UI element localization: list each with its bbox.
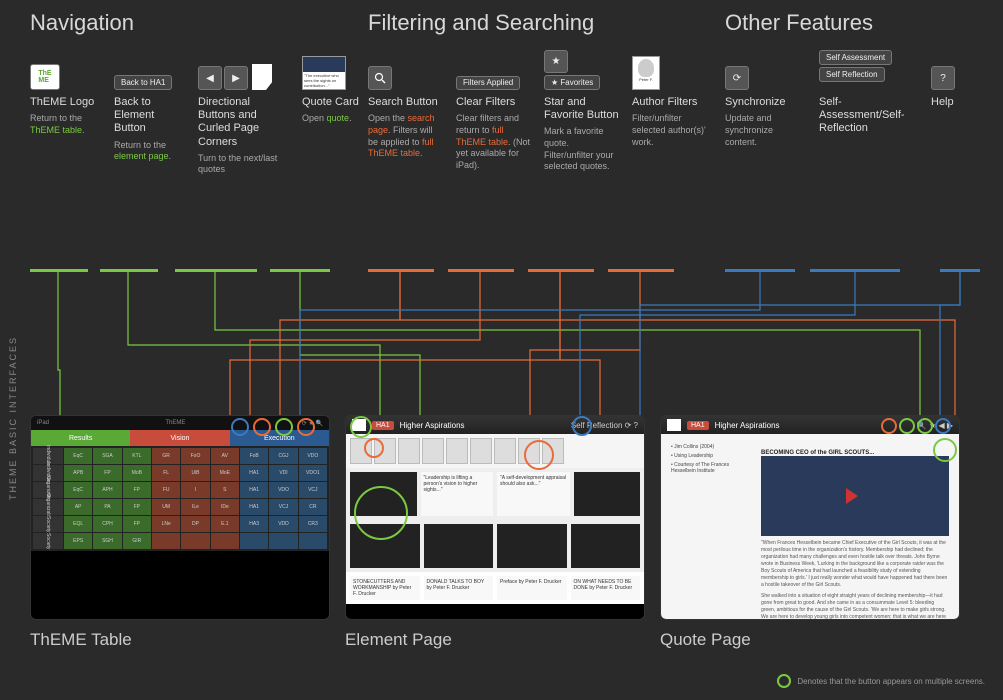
feature-desc: Open the search page. Filters will be ap… bbox=[368, 113, 444, 160]
feature-label: Synchronize bbox=[725, 96, 807, 109]
section-filtering: Filtering and Searching Search Button Op… bbox=[368, 10, 703, 173]
divider-bars bbox=[0, 265, 1003, 277]
screenshot-quote-page: HA1 Higher Aspirations 🔍 ★ ◀ ▶ • Jim Col… bbox=[660, 415, 960, 620]
feature-label: Clear Filters bbox=[456, 96, 532, 109]
help-icon: ? bbox=[931, 66, 955, 90]
quote-card-icon: "The executive who sees the sights on co… bbox=[302, 50, 374, 90]
feature-author-filters: Peter F. Author Filters Filter/unfilter … bbox=[632, 50, 708, 173]
tag-ha1: HA1 bbox=[687, 421, 709, 430]
author-filter-icon: Peter F. bbox=[632, 56, 660, 90]
quote-body: • Jim Collins (2004) • Using Leadership … bbox=[661, 434, 959, 620]
section-navigation: Navigation ThEME ThEME Logo Return to th… bbox=[30, 10, 350, 176]
search-icon bbox=[368, 66, 392, 90]
tag-title: Higher Aspirations bbox=[400, 421, 465, 430]
section-title-other: Other Features bbox=[725, 10, 985, 36]
screenshot-title-element: Element Page bbox=[345, 630, 452, 650]
feature-label: Help bbox=[931, 96, 971, 109]
screenshot-title-table: ThEME Table bbox=[30, 630, 132, 650]
feature-desc: Turn to the next/last quotes bbox=[198, 153, 290, 176]
quote-meta: • Jim Collins (2004) • Using Leadership … bbox=[671, 444, 751, 611]
feature-desc: Return to the element page. bbox=[114, 140, 186, 163]
footnote: Denotes that the button appears on multi… bbox=[777, 674, 985, 688]
section-title-navigation: Navigation bbox=[30, 10, 350, 36]
tab-vision: Vision bbox=[130, 430, 229, 446]
feature-row-navigation: ThEME ThEME Logo Return to the ThEME tab… bbox=[30, 50, 350, 176]
screenshot-title-quote: Quote Page bbox=[660, 630, 751, 650]
feature-desc: Open quote. bbox=[302, 113, 374, 125]
feature-row-other: ⟳ Synchronize Update and synchronize con… bbox=[725, 50, 985, 148]
feature-help: ? Help bbox=[931, 50, 971, 148]
feature-search: Search Button Open the search page. Filt… bbox=[368, 50, 444, 173]
feature-synchronize: ⟳ Synchronize Update and synchronize con… bbox=[725, 50, 807, 148]
quote-photo bbox=[761, 456, 949, 536]
feature-desc: Update and synchronize content. bbox=[725, 113, 807, 148]
quote-content: BECOMING CEO of the GIRL SCOUTS... "When… bbox=[761, 444, 949, 611]
feature-label: Back to Element Button bbox=[114, 96, 186, 136]
feature-label: Directional Buttons and Curled Page Corn… bbox=[198, 96, 290, 149]
feature-label: ThEME Logo bbox=[30, 96, 102, 109]
feature-label: Search Button bbox=[368, 96, 444, 109]
tag-title: Higher Aspirations bbox=[715, 421, 780, 430]
directional-icons: ◀ ▶ bbox=[198, 50, 290, 90]
feature-clear-filters: Filters Applied Clear Filters Clear filt… bbox=[456, 50, 532, 173]
back-button-icon: Back to HA1 bbox=[114, 50, 186, 90]
self-reflection-button-icon: Self Reflection bbox=[819, 67, 885, 82]
feature-theme-logo: ThEME ThEME Logo Return to the ThEME tab… bbox=[30, 50, 102, 176]
star-icon: ★ bbox=[544, 50, 568, 73]
feature-label: Quote Card bbox=[302, 96, 374, 109]
quote-para-1: "When Frances Hesselbein became Chief Ex… bbox=[761, 540, 949, 589]
theme-logo-mini-icon bbox=[667, 419, 681, 431]
arrow-left-icon: ◀ bbox=[198, 66, 222, 90]
feature-label: Self-Assessment/Self-Reflection bbox=[819, 96, 919, 136]
section-other: Other Features ⟳ Synchronize Update and … bbox=[725, 10, 985, 148]
feature-desc: Filter/unfilter selected author(s)' work… bbox=[632, 113, 708, 148]
feature-directional: ◀ ▶ Directional Buttons and Curled Page … bbox=[198, 50, 290, 176]
screenshot-theme-table: iPadThEME⟳ ★ 🔍 Results Vision Execution … bbox=[30, 415, 330, 620]
screenshot-element-page: HA1 Higher Aspirations Self Reflection ⟳… bbox=[345, 415, 645, 620]
arrow-right-icon: ▶ bbox=[224, 66, 248, 90]
sync-icon: ⟳ bbox=[725, 66, 749, 90]
captions-row: STONECUTTERS AND WORKMANSHIP by Peter F.… bbox=[346, 572, 644, 604]
feature-label: Author Filters bbox=[632, 96, 708, 109]
feature-desc: Mark a favorite quote. Filter/unfilter y… bbox=[544, 126, 620, 173]
section-title-filtering: Filtering and Searching bbox=[368, 10, 703, 36]
curled-page-icon bbox=[252, 64, 272, 90]
author-row bbox=[346, 434, 644, 468]
feature-row-filtering: Search Button Open the search page. Filt… bbox=[368, 50, 703, 173]
filters-applied-icon: Filters Applied bbox=[456, 76, 520, 90]
footnote-text: Denotes that the button appears on multi… bbox=[797, 677, 985, 686]
table-grid: Individual EqCSGAKTL GRFoOAV FoBCGJVDO I… bbox=[31, 446, 329, 551]
feature-back-to-element: Back to HA1 Back to Element Button Retur… bbox=[114, 50, 186, 176]
footnote-circle-icon bbox=[777, 674, 791, 688]
self-assessment-button-icon: Self Assessment bbox=[819, 50, 892, 65]
favorites-button-icon: ★ Favorites bbox=[544, 75, 600, 90]
theme-logo-icon: ThEME bbox=[30, 50, 102, 90]
feature-quote-card: "The executive who sees the sights on co… bbox=[302, 50, 374, 176]
side-label: THEME BASIC INTERFACES bbox=[8, 336, 18, 500]
feature-desc: Return to the ThEME table. bbox=[30, 113, 102, 136]
feature-self-assessment: Self Assessment Self Reflection Self-Ass… bbox=[819, 50, 919, 148]
feature-label: Star and Favorite Button bbox=[544, 96, 620, 122]
quote-para-2: She walked into a situation of eight str… bbox=[761, 593, 949, 620]
feature-desc: Clear filters and return to full ThEME t… bbox=[456, 113, 532, 171]
element-topbar: HA1 Higher Aspirations Self Reflection ⟳… bbox=[346, 416, 644, 434]
feature-star-favorite: ★ ★ Favorites Star and Favorite Button M… bbox=[544, 50, 620, 173]
tag-ha1: HA1 bbox=[372, 421, 394, 430]
tab-results: Results bbox=[31, 430, 130, 446]
